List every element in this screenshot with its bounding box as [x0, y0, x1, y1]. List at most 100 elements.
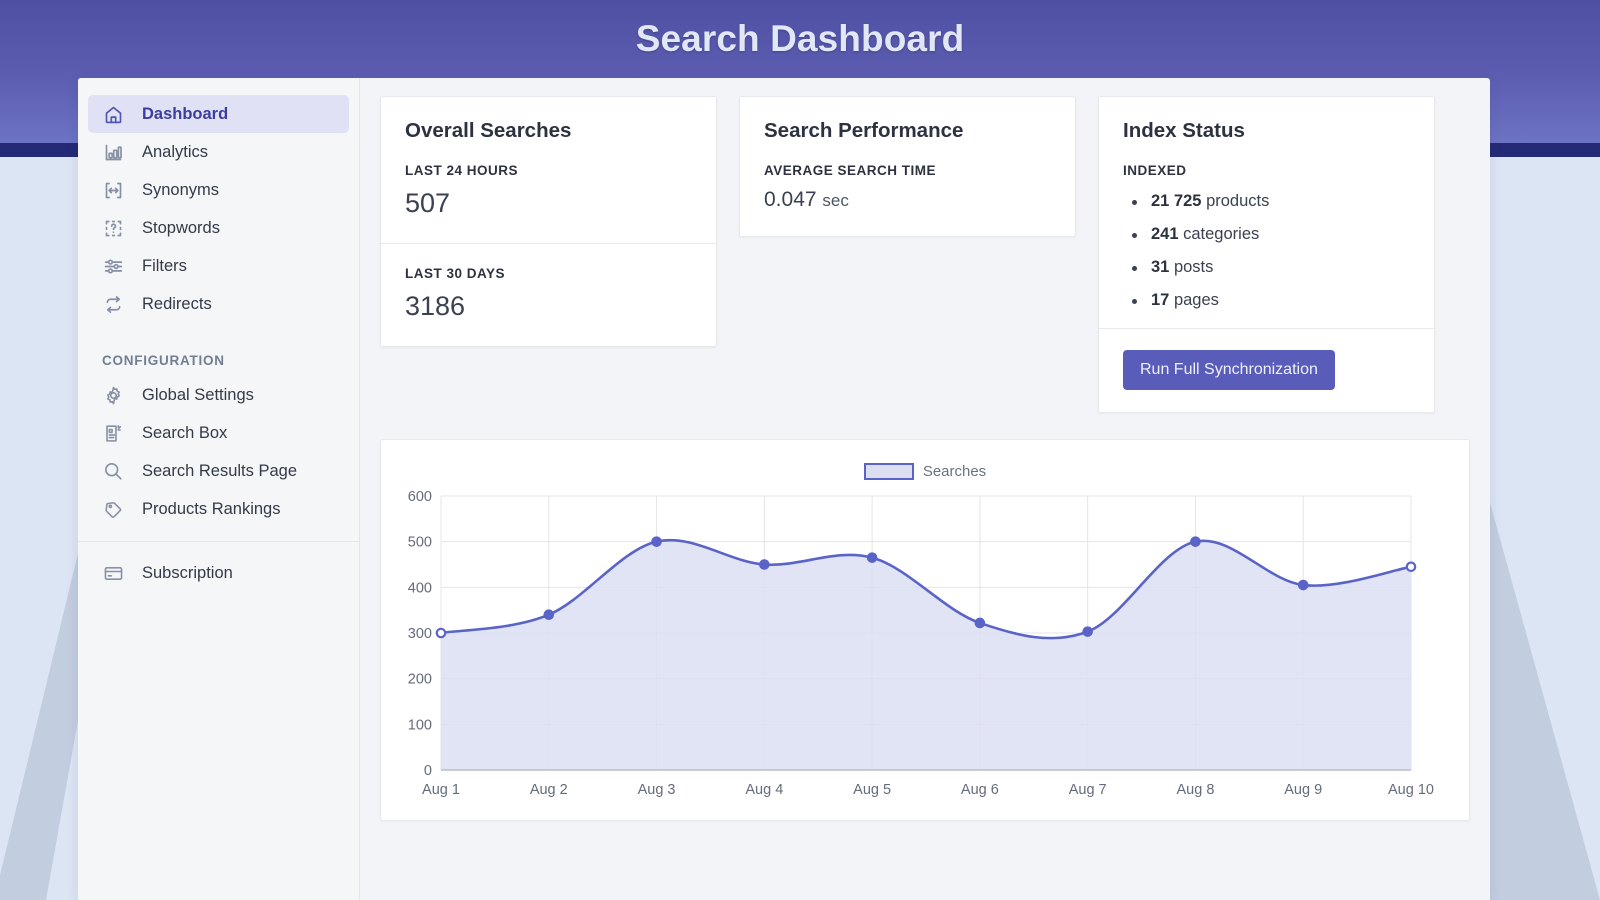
sidebar-item-synonyms[interactable]: Synonyms	[88, 171, 349, 209]
data-point	[437, 629, 445, 637]
bar-chart-icon	[102, 141, 124, 163]
data-point	[976, 619, 984, 627]
x-tick-label: Aug 1	[422, 782, 460, 798]
sidebar-item-label: Dashboard	[142, 105, 228, 124]
sidebar-item-label: Subscription	[142, 564, 233, 583]
page-title: Search Dashboard	[0, 0, 1600, 78]
sidebar-item-label: Filters	[142, 257, 187, 276]
card-overall-searches: Overall Searches LAST 24 HOURS 507 LAST …	[380, 96, 717, 347]
sidebar-item-stopwords[interactable]: Stopwords	[88, 209, 349, 247]
card-index-status: Index Status INDEXED 21 725 products 241…	[1098, 96, 1435, 413]
data-point	[868, 553, 876, 561]
data-point	[1191, 537, 1199, 545]
data-point	[1083, 627, 1091, 635]
sidebar-item-filters[interactable]: Filters	[88, 247, 349, 285]
sidebar-item-subscription[interactable]: Subscription	[88, 554, 349, 592]
list-item: 241 categories	[1127, 225, 1410, 244]
x-tick-label: Aug 3	[638, 782, 676, 798]
legend-label-searches: Searches	[923, 463, 986, 480]
y-tick-label: 200	[408, 672, 432, 688]
sidebar-item-search-box[interactable]: Search Box	[88, 414, 349, 452]
kpi-label: LAST 30 DAYS	[405, 266, 692, 281]
index-count: 17	[1151, 291, 1169, 309]
index-status-list: 21 725 products 241 categories 31 posts	[1127, 192, 1410, 310]
searches-area-chart[interactable]: 0100200300400500600Aug 1Aug 2Aug 3Aug 4A…	[399, 484, 1451, 804]
sidebar-item-products-rankings[interactable]: Products Rankings	[88, 490, 349, 528]
index-count: 241	[1151, 225, 1179, 243]
tag-icon	[102, 498, 124, 520]
chart-legend[interactable]: Searches	[399, 458, 1451, 484]
list-item: 17 pages	[1127, 291, 1410, 310]
legend-swatch-searches	[864, 463, 914, 480]
x-tick-label: Aug 6	[961, 782, 999, 798]
x-tick-label: Aug 9	[1284, 782, 1322, 798]
kpi-label: AVERAGE SEARCH TIME	[764, 163, 1051, 178]
run-full-synchronization-button[interactable]: Run Full Synchronization	[1123, 350, 1335, 390]
main-content: Overall Searches LAST 24 HOURS 507 LAST …	[360, 78, 1490, 900]
question-icon	[102, 217, 124, 239]
magnifier-icon	[102, 460, 124, 482]
data-point	[760, 560, 768, 568]
sidebar-item-label: Search Box	[142, 424, 227, 443]
sidebar: Dashboard Analytics	[78, 78, 360, 900]
x-tick-label: Aug 10	[1388, 782, 1434, 798]
sidebar-item-label: Analytics	[142, 143, 208, 162]
sidebar-item-label: Search Results Page	[142, 462, 297, 481]
sidebar-section-configuration: CONFIGURATION	[102, 353, 359, 368]
x-tick-label: Aug 8	[1176, 782, 1214, 798]
index-noun: pages	[1174, 291, 1219, 309]
sidebar-item-label: Redirects	[142, 295, 212, 314]
gear-icon	[102, 384, 124, 406]
loop-icon	[102, 293, 124, 315]
data-point	[652, 537, 660, 545]
data-point	[1299, 581, 1307, 589]
sidebar-item-search-results-page[interactable]: Search Results Page	[88, 452, 349, 490]
index-noun: products	[1206, 192, 1269, 210]
sidebar-item-redirects[interactable]: Redirects	[88, 285, 349, 323]
sidebar-item-label: Stopwords	[142, 219, 220, 238]
y-tick-label: 600	[408, 489, 432, 505]
overall-searches-30d-block: LAST 30 DAYS 3186	[381, 243, 716, 346]
sliders-icon	[102, 255, 124, 277]
area-fill	[441, 540, 1411, 770]
chart-svg: 0100200300400500600Aug 1Aug 2Aug 3Aug 4A…	[399, 484, 1451, 804]
x-tick-label: Aug 4	[745, 782, 783, 798]
sidebar-item-dashboard[interactable]: Dashboard	[88, 95, 349, 133]
kpi-value: 0.047 sec	[764, 188, 1051, 212]
index-noun: posts	[1174, 258, 1213, 276]
average-search-time-unit: sec	[822, 191, 848, 210]
index-noun: categories	[1183, 225, 1259, 243]
x-tick-label: Aug 2	[530, 782, 568, 798]
index-status-actions: Run Full Synchronization	[1099, 328, 1434, 412]
home-icon	[102, 103, 124, 125]
sidebar-item-label: Products Rankings	[142, 500, 281, 519]
average-search-time-value: 0.047	[764, 188, 817, 211]
kpi-label: LAST 24 HOURS	[405, 163, 692, 178]
kpi-card-row: Overall Searches LAST 24 HOURS 507 LAST …	[380, 96, 1470, 413]
card-title: Index Status	[1123, 119, 1410, 143]
card-title: Overall Searches	[405, 119, 692, 143]
overall-searches-24h-block: Overall Searches LAST 24 HOURS 507	[381, 97, 716, 243]
list-item: 31 posts	[1127, 258, 1410, 277]
credit-card-icon	[102, 562, 124, 584]
search-box-icon	[102, 422, 124, 444]
index-count: 31	[1151, 258, 1169, 276]
list-item: 21 725 products	[1127, 192, 1410, 211]
card-searches-chart: Searches 0100200300400500600Aug 1Aug 2Au…	[380, 439, 1470, 821]
sidebar-divider	[78, 541, 359, 542]
data-point	[545, 611, 553, 619]
y-tick-label: 400	[408, 580, 432, 596]
kpi-value: 507	[405, 188, 692, 219]
y-tick-label: 500	[408, 535, 432, 551]
sidebar-item-label: Global Settings	[142, 386, 254, 405]
indexed-label: INDEXED	[1123, 163, 1410, 178]
app-panel: Dashboard Analytics	[78, 78, 1490, 900]
sidebar-item-analytics[interactable]: Analytics	[88, 133, 349, 171]
x-tick-label: Aug 5	[853, 782, 891, 798]
y-tick-label: 100	[408, 717, 432, 733]
sidebar-item-global-settings[interactable]: Global Settings	[88, 376, 349, 414]
x-tick-label: Aug 7	[1069, 782, 1107, 798]
card-search-performance: Search Performance AVERAGE SEARCH TIME 0…	[739, 96, 1076, 237]
y-tick-label: 300	[408, 626, 432, 642]
arrows-icon	[102, 179, 124, 201]
